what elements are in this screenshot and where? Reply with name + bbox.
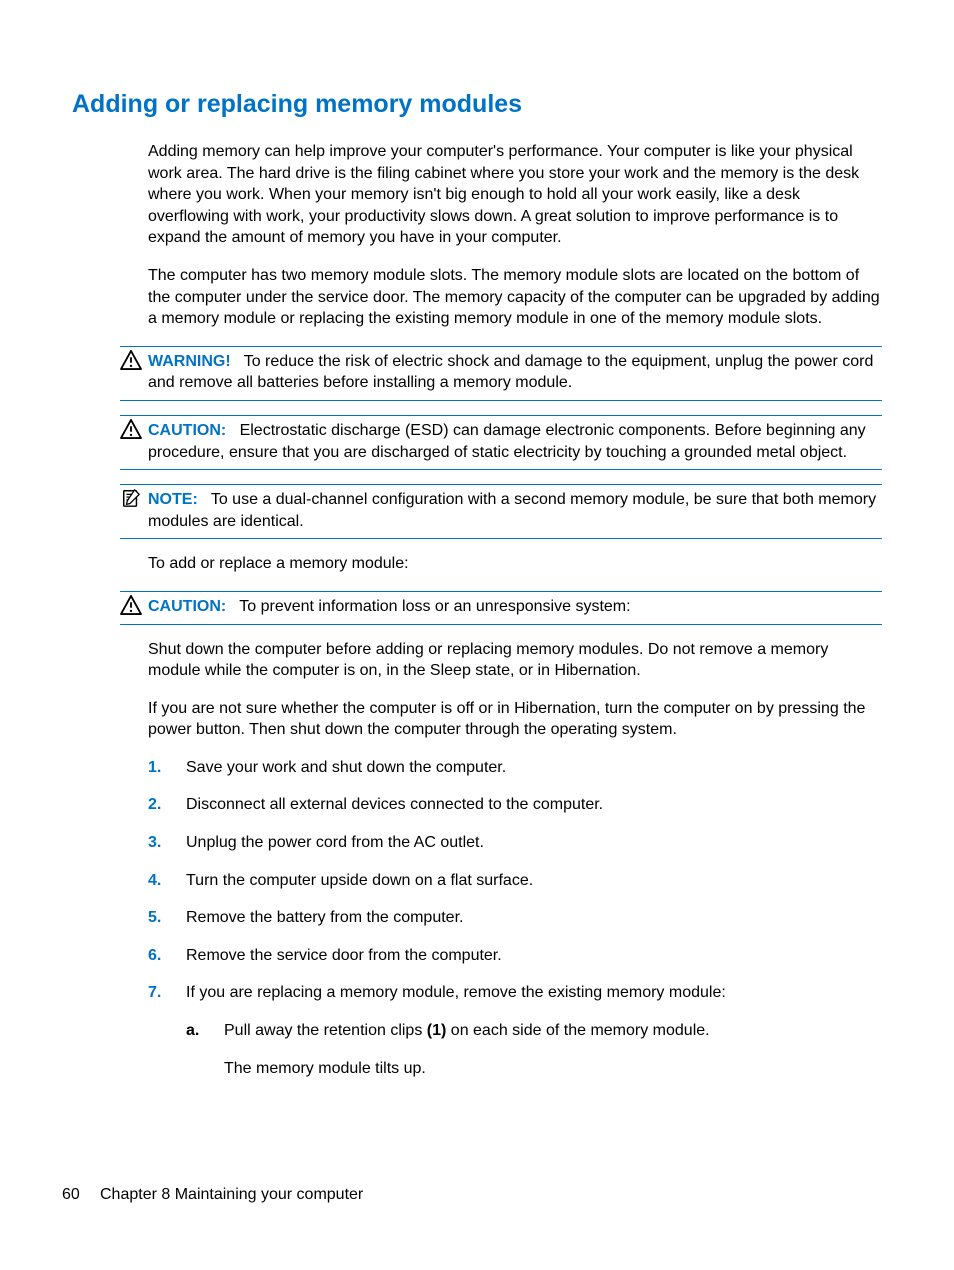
- caution-icon: [120, 595, 142, 615]
- reference-marker: (1): [427, 1022, 447, 1039]
- body-content: Adding memory can help improve your comp…: [148, 141, 882, 1079]
- paragraph: Shut down the computer before adding or …: [148, 639, 882, 682]
- step-item: 7. If you are replacing a memory module, …: [148, 982, 882, 1079]
- step-item: 1. Save your work and shut down the compu…: [148, 757, 882, 779]
- substep-text-prefix: Pull away the retention clips: [224, 1022, 427, 1039]
- step-text: Remove the service door from the compute…: [186, 947, 502, 964]
- substep-followup: The memory module tilts up.: [224, 1058, 882, 1080]
- step-text: If you are replacing a memory module, re…: [186, 984, 726, 1001]
- note-text: To use a dual-channel configuration with…: [148, 491, 876, 530]
- step-number: 3.: [148, 832, 161, 854]
- paragraph: If you are not sure whether the computer…: [148, 698, 882, 741]
- substep-text-suffix: on each side of the memory module.: [446, 1022, 709, 1039]
- chapter-name: Chapter 8 Maintaining your computer: [100, 1186, 363, 1203]
- warning-text: To reduce the risk of electric shock and…: [148, 353, 873, 392]
- caution-label: CAUTION:: [148, 422, 226, 439]
- step-number: 1.: [148, 757, 161, 779]
- page-footer: 60Chapter 8 Maintaining your computer: [62, 1186, 363, 1204]
- step-item: 2. Disconnect all external devices connec…: [148, 794, 882, 816]
- caution-callout: CAUTION: To prevent information loss or …: [120, 591, 882, 625]
- warning-callout: WARNING! To reduce the risk of electric …: [120, 346, 882, 401]
- step-number: 6.: [148, 945, 161, 967]
- paragraph: To add or replace a memory module:: [148, 553, 882, 575]
- warning-icon: [120, 350, 142, 370]
- sub-steps: a. Pull away the retention clips (1) on …: [186, 1020, 882, 1079]
- step-number: 5.: [148, 907, 161, 929]
- substep-item: a. Pull away the retention clips (1) on …: [186, 1020, 882, 1079]
- step-text: Turn the computer upside down on a flat …: [186, 872, 533, 889]
- step-item: 5. Remove the battery from the computer.: [148, 907, 882, 929]
- section-heading: Adding or replacing memory modules: [72, 90, 882, 119]
- note-callout: NOTE: To use a dual-channel configuratio…: [120, 484, 882, 539]
- caution-callout: CAUTION: Electrostatic discharge (ESD) c…: [120, 415, 882, 470]
- note-icon: [120, 488, 142, 508]
- paragraph: Adding memory can help improve your comp…: [148, 141, 882, 249]
- note-label: NOTE:: [148, 491, 198, 508]
- step-text: Unplug the power cord from the AC outlet…: [186, 834, 484, 851]
- caution-label: CAUTION:: [148, 598, 226, 615]
- step-item: 6. Remove the service door from the compu…: [148, 945, 882, 967]
- ordered-steps: 1. Save your work and shut down the compu…: [148, 757, 882, 1079]
- step-number: 4.: [148, 870, 161, 892]
- step-text: Save your work and shut down the compute…: [186, 759, 506, 776]
- paragraph: The computer has two memory module slots…: [148, 265, 882, 330]
- step-item: 4. Turn the computer upside down on a fla…: [148, 870, 882, 892]
- warning-label: WARNING!: [148, 353, 231, 370]
- step-text: Disconnect all external devices connecte…: [186, 796, 603, 813]
- step-text: Remove the battery from the computer.: [186, 909, 463, 926]
- page-number: 60: [62, 1186, 100, 1204]
- substep-letter: a.: [186, 1020, 199, 1042]
- step-item: 3. Unplug the power cord from the AC outl…: [148, 832, 882, 854]
- document-page: Adding or replacing memory modules Addin…: [0, 0, 954, 1270]
- step-number: 7.: [148, 982, 161, 1004]
- caution-icon: [120, 419, 142, 439]
- step-number: 2.: [148, 794, 161, 816]
- caution-text: Electrostatic discharge (ESD) can damage…: [148, 422, 866, 461]
- caution-text: To prevent information loss or an unresp…: [239, 598, 630, 615]
